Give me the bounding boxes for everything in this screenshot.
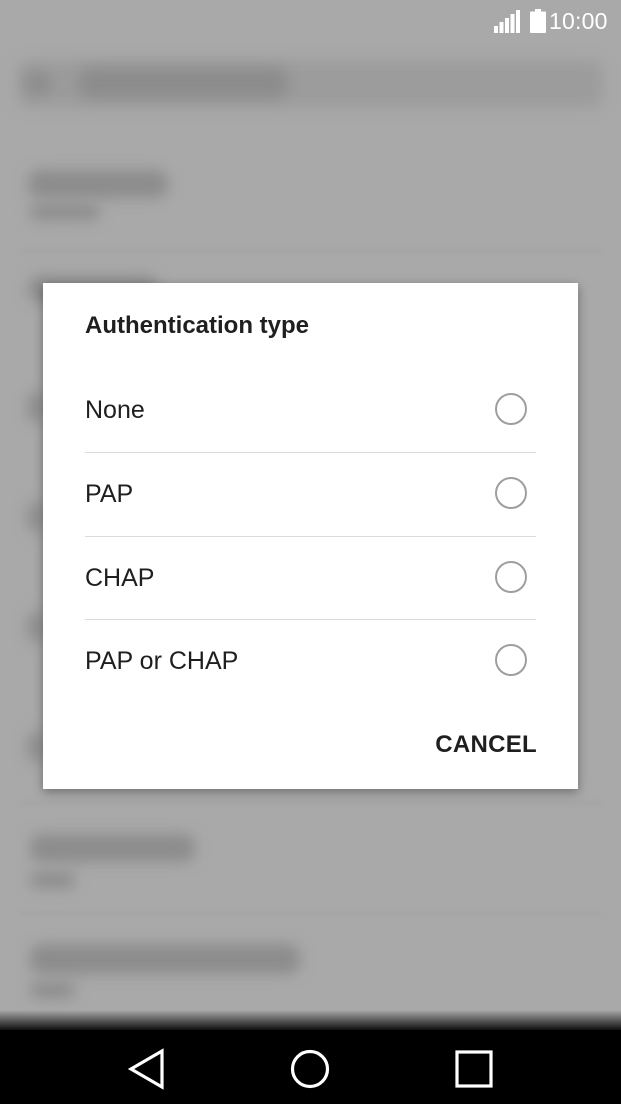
back-icon[interactable] bbox=[122, 1044, 172, 1094]
authentication-type-dialog: Authentication type None PAP CHAP PAP or… bbox=[43, 283, 578, 789]
navigation-bar bbox=[0, 1030, 621, 1104]
status-time: 10:00 bbox=[549, 8, 608, 34]
nav-bar-shadow bbox=[0, 1010, 621, 1032]
radio-button[interactable] bbox=[495, 477, 527, 509]
radio-button[interactable] bbox=[495, 644, 527, 676]
recents-icon[interactable] bbox=[449, 1044, 499, 1094]
home-icon[interactable] bbox=[285, 1044, 335, 1094]
option-pap[interactable]: PAP bbox=[85, 453, 536, 536]
option-label: None bbox=[85, 396, 145, 424]
option-chap[interactable]: CHAP bbox=[85, 537, 536, 620]
status-bar: 10:00 bbox=[0, 0, 621, 42]
option-label: PAP bbox=[85, 480, 134, 508]
signal-icon bbox=[494, 10, 520, 33]
radio-button[interactable] bbox=[495, 393, 527, 425]
radio-button[interactable] bbox=[495, 561, 527, 593]
battery-icon bbox=[530, 9, 546, 33]
option-pap-or-chap[interactable]: PAP or CHAP bbox=[85, 620, 536, 703]
dialog-title: Authentication type bbox=[85, 312, 310, 339]
option-label: PAP or CHAP bbox=[85, 647, 239, 675]
option-none[interactable]: None bbox=[85, 369, 536, 452]
option-label: CHAP bbox=[85, 564, 155, 592]
cancel-button[interactable]: CANCEL bbox=[435, 731, 537, 759]
